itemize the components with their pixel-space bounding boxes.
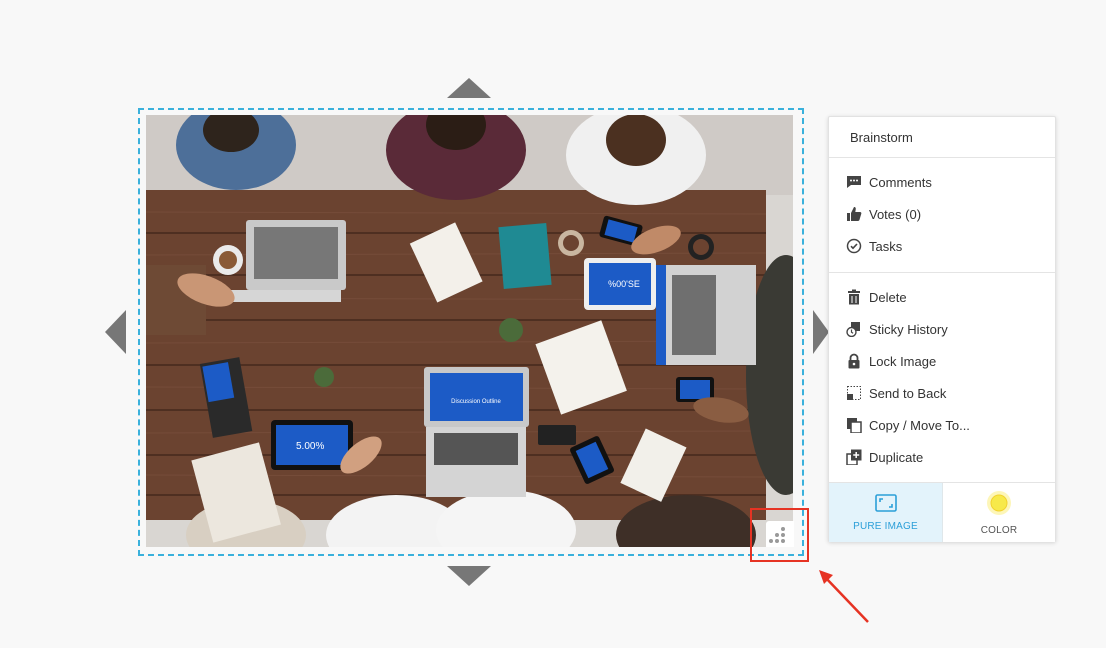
menu-item-label: Send to Back (869, 385, 947, 401)
menu-divider (829, 157, 1055, 158)
menu-item-label: Lock Image (869, 353, 937, 369)
menu-item-lock-image[interactable]: Lock Image (845, 350, 1045, 372)
lock-icon (845, 352, 863, 370)
move-up-arrow-icon[interactable] (447, 78, 491, 98)
pure-image-icon (874, 493, 897, 515)
menu-item-label: Delete (869, 289, 907, 305)
send-to-back-icon (845, 384, 863, 402)
image-context-menu: Brainstorm Comments Votes (0) Tasks Dele… (828, 116, 1056, 542)
trash-icon (845, 288, 863, 306)
comment-icon (845, 173, 863, 191)
left-tablet-screen-text: 5.00% (296, 441, 324, 452)
copy-icon (845, 416, 863, 434)
move-down-arrow-icon[interactable] (447, 566, 491, 586)
history-icon (845, 320, 863, 338)
menu-title: Brainstorm (850, 130, 913, 145)
annotation-highlight-box (750, 508, 809, 562)
annotation-arrow-icon (819, 570, 869, 623)
move-right-arrow-icon[interactable] (813, 310, 829, 354)
menu-item-comments[interactable]: Comments (845, 171, 1045, 193)
tablet-screen-text: %00'SE (608, 279, 640, 289)
laptop-screen-text: Discussion Outline (451, 399, 501, 405)
menu-item-label: Sticky History (869, 321, 948, 337)
menu-item-label: Tasks (869, 238, 903, 254)
menu-item-send-to-back[interactable]: Send to Back (845, 382, 1045, 404)
menu-item-label: Comments (869, 174, 932, 190)
menu-item-duplicate[interactable]: Duplicate (845, 446, 1045, 468)
thumbs-up-icon (845, 205, 863, 223)
move-left-arrow-icon[interactable] (105, 310, 126, 354)
tab-pure-image[interactable]: PURE IMAGE (829, 483, 943, 542)
menu-item-delete[interactable]: Delete (845, 286, 1045, 308)
menu-item-copy-move[interactable]: Copy / Move To... (845, 414, 1045, 436)
tab-color[interactable]: COLOR (943, 483, 1055, 542)
tab-pure-image-label: PURE IMAGE (853, 520, 918, 532)
color-swatch-icon (986, 490, 1012, 519)
check-circle-icon (845, 237, 863, 255)
menu-divider (829, 272, 1055, 273)
meeting-photo[interactable]: %00'SE Discussion Outline 5.00% (146, 115, 793, 547)
menu-item-sticky-history[interactable]: Sticky History (845, 318, 1045, 340)
duplicate-icon (845, 448, 863, 466)
tab-color-label: COLOR (980, 524, 1018, 536)
menu-item-label: Copy / Move To... (869, 417, 970, 433)
menu-item-tasks[interactable]: Tasks (845, 235, 1045, 257)
menu-item-label: Duplicate (869, 449, 924, 465)
menu-item-votes[interactable]: Votes (0) (845, 203, 1045, 225)
menu-item-label: Votes (0) (869, 206, 922, 222)
